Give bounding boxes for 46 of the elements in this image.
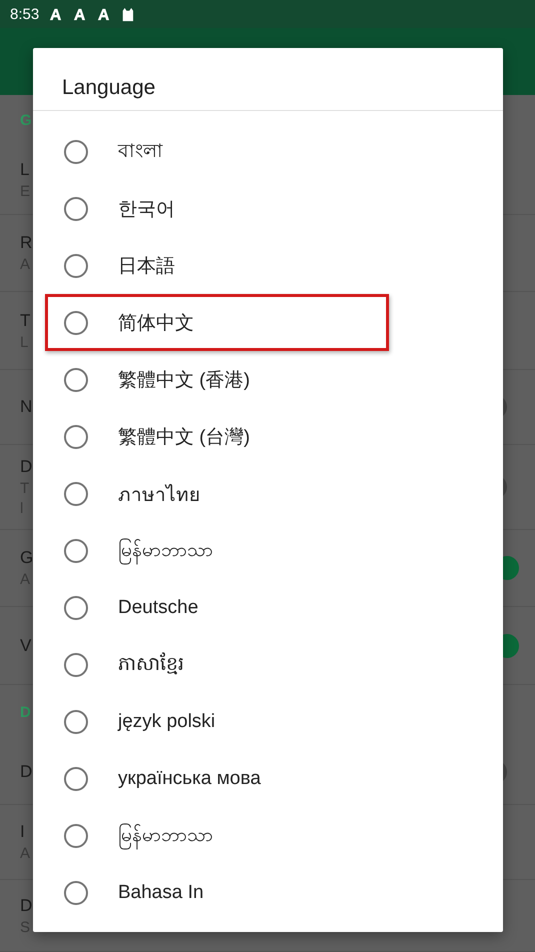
- setting-title: R: [20, 233, 32, 253]
- language-option[interactable]: 日本語: [33, 237, 503, 294]
- radio-button[interactable]: [64, 368, 88, 392]
- notification-icon: [48, 6, 64, 22]
- setting-title: N: [20, 397, 32, 417]
- radio-button[interactable]: [64, 767, 88, 791]
- notification-icon: [72, 6, 88, 22]
- status-time: 8:53: [10, 6, 40, 22]
- radio-button[interactable]: [64, 311, 88, 335]
- language-option[interactable]: Bahasa In: [33, 864, 503, 921]
- setting-title: D: [20, 762, 32, 782]
- radio-button[interactable]: [64, 596, 88, 620]
- language-option[interactable]: 繁體中文 (香港): [33, 351, 503, 408]
- language-option[interactable]: 繁體中文 (台灣): [33, 408, 503, 465]
- section-header: G: [20, 112, 32, 128]
- dialog-title: Language: [33, 48, 503, 111]
- language-option[interactable]: ភាសាខ្មែរ: [33, 636, 503, 693]
- radio-button[interactable]: [64, 539, 88, 563]
- radio-button[interactable]: [64, 425, 88, 449]
- radio-button[interactable]: [64, 710, 88, 734]
- radio-button[interactable]: [64, 881, 88, 905]
- language-option[interactable]: język polski: [33, 693, 503, 750]
- language-option[interactable]: বাংলা: [33, 123, 503, 180]
- section-header: D: [20, 704, 31, 721]
- language-option[interactable]: українська мова: [33, 750, 503, 807]
- language-option[interactable]: Deutsche: [33, 579, 503, 636]
- setting-title: V: [20, 636, 32, 656]
- radio-button[interactable]: [64, 482, 88, 506]
- radio-button[interactable]: [64, 140, 88, 164]
- notification-icon: [96, 6, 112, 22]
- setting-title: I: [20, 822, 26, 842]
- setting-title: D: [20, 457, 32, 477]
- cat-icon: [120, 6, 136, 22]
- language-option[interactable]: 한국어: [33, 180, 503, 237]
- setting-title: D: [20, 896, 32, 916]
- radio-button[interactable]: [64, 824, 88, 848]
- language-option[interactable]: ภาษาไทย: [33, 465, 503, 522]
- radio-button[interactable]: [64, 197, 88, 221]
- radio-button[interactable]: [64, 254, 88, 278]
- setting-title: L: [20, 160, 30, 180]
- setting-title: G: [20, 548, 34, 568]
- language-option[interactable]: မြန်မာဘာသာ: [33, 807, 503, 864]
- setting-title: T: [20, 310, 30, 330]
- radio-button[interactable]: [64, 653, 88, 677]
- language-option[interactable]: 简体中文: [33, 294, 503, 351]
- language-option[interactable]: မြန်မာဘာသာ: [33, 522, 503, 579]
